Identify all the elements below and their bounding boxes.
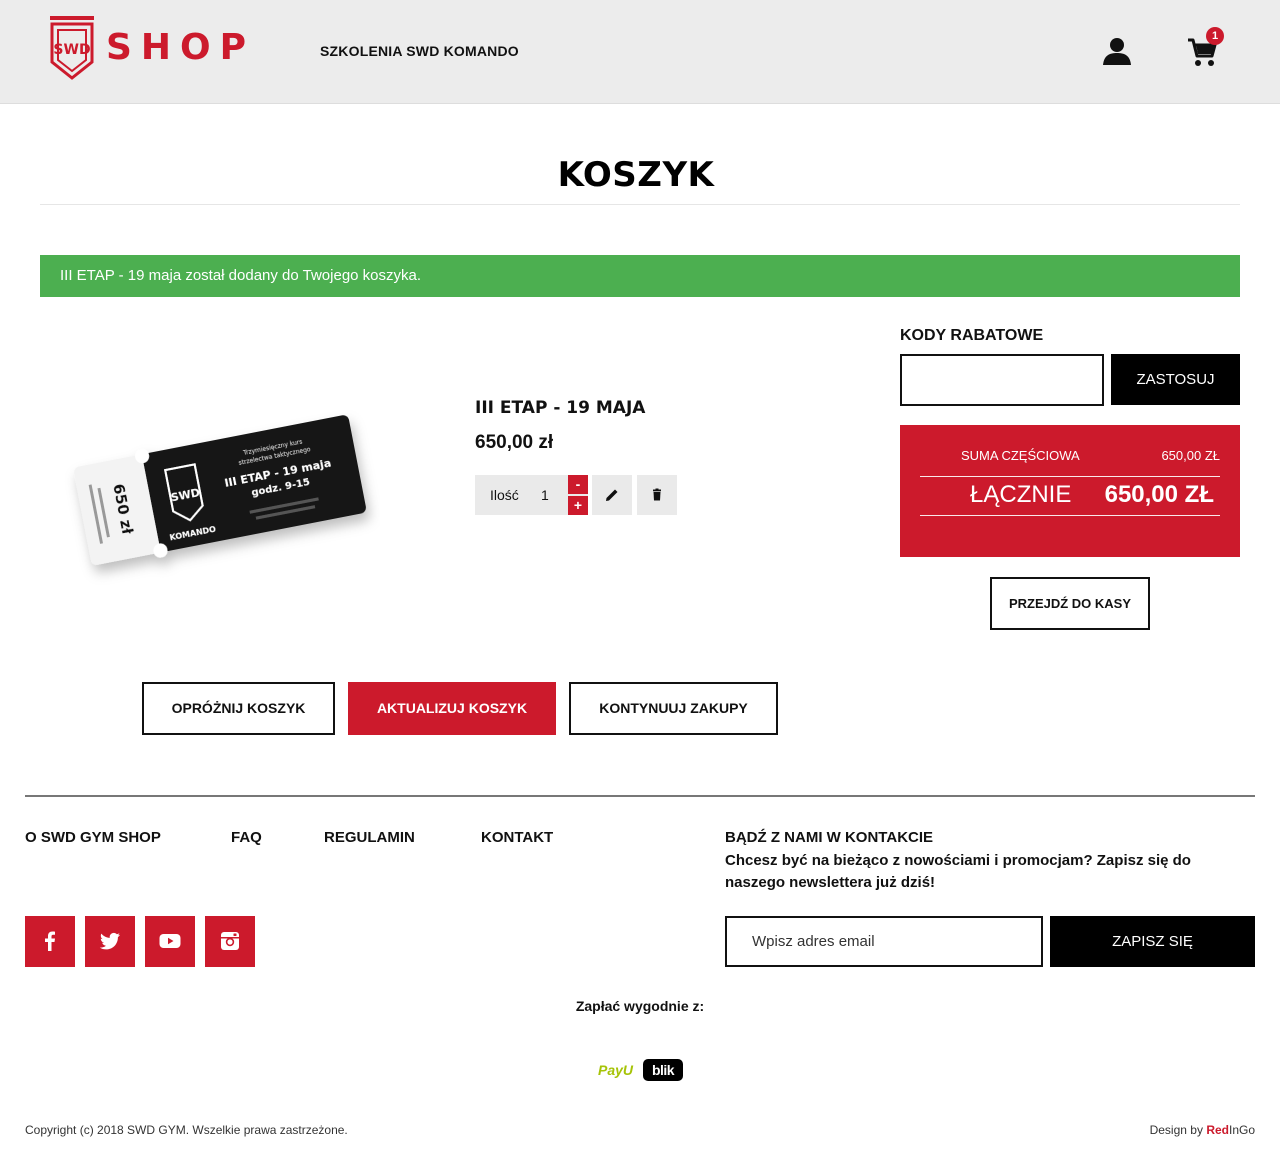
added-to-cart-notice: III ETAP - 19 maja został dodany do Twoj… [40, 255, 1240, 297]
product-price: 650,00 zł [475, 432, 554, 453]
totals-divider [920, 515, 1220, 516]
instagram-icon [221, 932, 239, 950]
twitter-icon [99, 932, 120, 950]
subtotal-label: SUMA CZĘŚCIOWA [961, 448, 1080, 463]
remove-item-button[interactable] [637, 475, 677, 515]
footer-link-faq[interactable]: FAQ [231, 829, 262, 846]
newsletter-title: BĄDŹ Z NAMI W KONTAKCIE [725, 829, 934, 846]
swd-shield-logo[interactable]: SWD [50, 16, 94, 80]
quantity-stepper: Ilość 1 - + [475, 475, 588, 515]
footer-link-contact[interactable]: KONTAKT [481, 829, 553, 846]
svg-text:SWD: SWD [53, 42, 90, 58]
subtotal-value: 650,00 ZŁ [1161, 448, 1220, 463]
design-credit-prefix: Design by [1149, 1123, 1203, 1137]
youtube-button[interactable] [145, 916, 195, 967]
copyright-text: Copyright (c) 2018 SWD GYM. Wszelkie pra… [25, 1123, 348, 1137]
title-divider [40, 204, 1240, 205]
total-value: 650,00 ZŁ [1104, 481, 1214, 508]
product-name[interactable]: III ETAP - 19 MAJA [475, 398, 645, 418]
quantity-increase-button[interactable]: + [568, 496, 588, 515]
payment-methods-title: Zapłać wygodnie z: [575, 998, 705, 1014]
nav-link-szkolenia[interactable]: SZKOLENIA SWD KOMANDO [320, 43, 519, 59]
youtube-icon [159, 934, 181, 948]
cart-totals-panel: SUMA CZĘŚCIOWA 650,00 ZŁ ŁĄCZNIE 650,00 … [900, 425, 1240, 557]
continue-shopping-button[interactable]: KONTYNUUJ ZAKUPY [569, 682, 778, 735]
total-label: ŁĄCZNIE [970, 481, 1072, 508]
quantity-value[interactable]: 1 [541, 487, 549, 503]
edit-item-button[interactable] [592, 475, 632, 515]
instagram-button[interactable] [205, 916, 255, 967]
page-title: KOSZYK [557, 155, 715, 195]
footer-link-about[interactable]: O SWD GYM SHOP [25, 829, 161, 846]
footer-link-terms[interactable]: REGULAMIN [324, 829, 415, 846]
empty-cart-button[interactable]: OPRÓŻNIJ KOSZYK [142, 682, 335, 735]
newsletter-email-input[interactable] [725, 916, 1043, 967]
apply-discount-button[interactable]: ZASTOSUJ [1111, 354, 1240, 405]
quantity-label: Ilość [490, 487, 519, 503]
discount-code-input[interactable] [900, 354, 1104, 406]
quantity-decrease-button[interactable]: - [568, 475, 588, 494]
footer-divider [25, 795, 1255, 797]
discount-codes-title: KODY RABATOWE [900, 327, 1044, 344]
newsletter-subscribe-button[interactable]: ZAPISZ SIĘ [1050, 916, 1255, 967]
design-credit-red: Red [1206, 1123, 1229, 1137]
trash-icon [653, 488, 661, 501]
cart-count-badge: 1 [1206, 27, 1224, 45]
payu-logo: PayU [598, 1062, 634, 1078]
design-credit[interactable]: Design by RedInGo [1150, 1123, 1255, 1137]
facebook-icon [45, 931, 55, 951]
pencil-icon [606, 489, 618, 501]
checkout-button[interactable]: PRZEJDŹ DO KASY [990, 577, 1150, 630]
twitter-button[interactable] [85, 916, 135, 967]
totals-divider [920, 476, 1220, 477]
update-cart-button[interactable]: AKTUALIZUJ KOSZYK [348, 682, 556, 735]
user-icon[interactable] [1102, 36, 1132, 66]
site-header: SWD SHOP SZKOLENIA SWD KOMANDO 1 [0, 0, 1280, 104]
shop-wordmark[interactable]: SHOP [106, 28, 255, 68]
design-credit-suffix: InGo [1228, 1123, 1255, 1137]
facebook-button[interactable] [25, 916, 75, 967]
product-ticket-image[interactable]: SWD KOMANDO Trzymiesięczny kurs strzelec… [60, 380, 380, 600]
blik-logo: blik [643, 1059, 683, 1081]
newsletter-text: Chcesz być na bieżąco z nowościami i pro… [725, 852, 1191, 891]
